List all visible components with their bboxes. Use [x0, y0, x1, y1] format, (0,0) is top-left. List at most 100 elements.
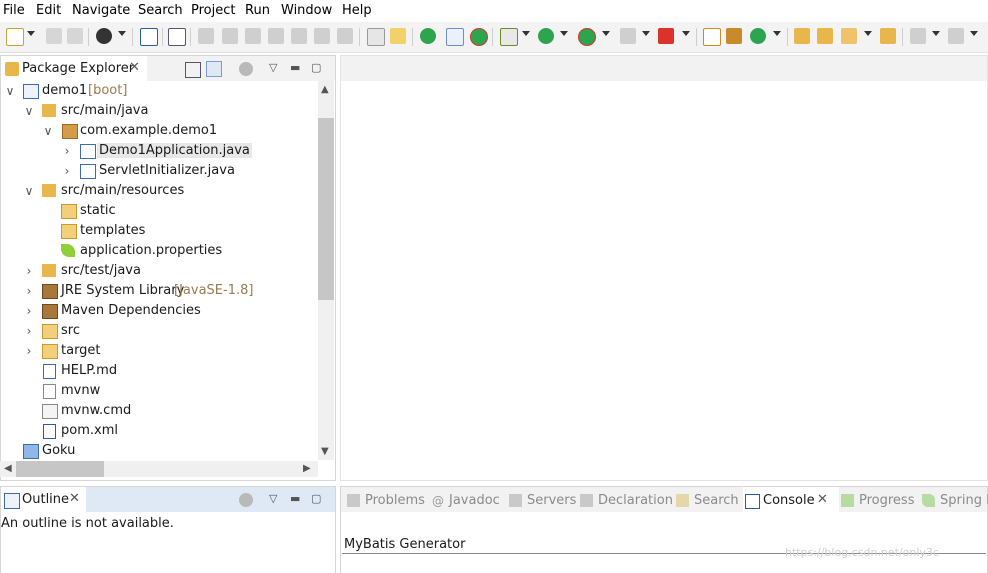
view-menu-icon[interactable]: ▽ [269, 492, 277, 505]
chevron-right-icon[interactable]: › [24, 304, 34, 318]
tab-problems[interactable]: Problems [365, 493, 425, 508]
search-dropdown-icon[interactable] [864, 31, 872, 36]
next-annotation-icon[interactable] [910, 28, 926, 44]
tab-javadoc[interactable]: Javadoc [449, 493, 500, 508]
new-dropdown-icon[interactable] [27, 31, 35, 36]
chevron-right-icon[interactable]: › [24, 324, 34, 338]
chevron-down-icon[interactable]: ∨ [43, 124, 53, 138]
horizontal-scrollbar-thumb[interactable] [16, 461, 104, 477]
menu-help[interactable]: Help [342, 3, 372, 18]
stop-dropdown-icon[interactable] [642, 31, 650, 36]
previous-annotation-icon[interactable] [948, 28, 964, 44]
run-icon[interactable] [538, 28, 554, 44]
package-explorer-tab[interactable]: Package Explorer ✕ [1, 56, 147, 81]
coverage-dropdown-icon[interactable] [602, 31, 610, 36]
tab-progress[interactable]: Progress [859, 493, 914, 508]
menu-edit[interactable]: Edit [36, 3, 61, 18]
chevron-right-icon[interactable]: › [24, 264, 34, 278]
account-icon[interactable] [96, 28, 112, 44]
tab-servers[interactable]: Servers [527, 493, 576, 508]
scroll-up-icon[interactable]: ▲ [321, 84, 329, 95]
chevron-right-icon[interactable]: › [62, 144, 72, 158]
link-with-editor-icon[interactable] [206, 61, 222, 77]
new-class-dropdown-icon[interactable] [773, 31, 781, 36]
minimize-icon[interactable]: ▬ [290, 61, 300, 74]
menu-search[interactable]: Search [138, 3, 183, 18]
tab-declaration[interactable]: Declaration [598, 493, 673, 508]
tree-item-src-main-resources[interactable]: ∨ src/main/resources [0, 181, 318, 201]
new-package-icon[interactable] [726, 28, 742, 44]
menu-project[interactable]: Project [191, 3, 235, 18]
close-icon[interactable]: ✕ [69, 491, 80, 506]
scroll-down-icon[interactable]: ▼ [321, 446, 329, 457]
new-class-icon[interactable] [750, 28, 766, 44]
chevron-down-icon[interactable]: ∨ [5, 84, 15, 98]
minimize-icon[interactable]: ▬ [290, 492, 300, 505]
view-menu-filter-icon[interactable] [239, 62, 253, 76]
debug-dropdown-icon[interactable] [522, 31, 530, 36]
menu-navigate[interactable]: Navigate [72, 3, 130, 18]
tree-item-mvnw-cmd[interactable]: mvnw.cmd [0, 401, 318, 421]
tree-item-static[interactable]: static [0, 201, 318, 221]
chevron-right-icon[interactable]: › [24, 284, 34, 298]
drop-to-frame-icon[interactable] [390, 28, 406, 44]
maximize-icon[interactable]: ▢ [311, 492, 321, 505]
scroll-right-icon[interactable]: ▶ [303, 463, 311, 474]
chevron-down-icon[interactable]: ∨ [24, 104, 34, 118]
scroll-left-icon[interactable]: ◀ [4, 463, 12, 474]
tree-item-help-md[interactable]: HELP.md [0, 361, 318, 381]
tree-item-demo1[interactable]: ∨ demo1 [boot] [0, 81, 318, 101]
chevron-right-icon[interactable]: › [24, 344, 34, 358]
open-perspective-icon[interactable] [880, 28, 896, 44]
tree-item-maven-dependencies[interactable]: › Maven Dependencies [0, 301, 318, 321]
open-task-icon[interactable] [817, 28, 833, 44]
next-annotation-dropdown-icon[interactable] [932, 31, 940, 36]
save-icon[interactable] [46, 28, 62, 44]
tree-item-goku[interactable]: Goku [0, 441, 318, 461]
tree-item-src-test-java[interactable]: › src/test/java [0, 261, 318, 281]
collapse-all-icon[interactable] [185, 62, 201, 78]
tab-spring[interactable]: Spring B [940, 493, 988, 508]
menu-run[interactable]: Run [245, 3, 270, 18]
coverage-icon[interactable] [578, 28, 596, 46]
previous-annotation-dropdown-icon[interactable] [970, 31, 978, 36]
external-tools-dropdown-icon[interactable] [682, 31, 690, 36]
spring-boot-relaunch-icon[interactable] [470, 28, 488, 46]
spring-boot-dashboard-icon[interactable] [420, 28, 436, 44]
run-dropdown-icon[interactable] [560, 31, 568, 36]
new-java-project-icon[interactable] [703, 28, 721, 46]
tree-item-pom-xml[interactable]: pom.xml [0, 421, 318, 441]
toggle-mark-occurrences-icon[interactable] [446, 28, 464, 46]
vertical-scrollbar-thumb[interactable] [318, 118, 334, 300]
close-icon[interactable]: ✕ [817, 492, 828, 507]
skip-breakpoints-icon[interactable] [168, 28, 186, 46]
terminal-icon[interactable] [140, 28, 158, 46]
debug-icon[interactable] [500, 28, 518, 46]
tab-search[interactable]: Search [694, 493, 739, 508]
chevron-right-icon[interactable]: › [62, 164, 72, 178]
chevron-down-icon[interactable]: ∨ [24, 184, 34, 198]
search-icon[interactable] [841, 28, 857, 44]
tree-item-demo1application[interactable]: › Demo1Application.java [0, 141, 318, 161]
tree-item-application-properties[interactable]: application.properties [0, 241, 318, 261]
account-dropdown-icon[interactable] [118, 31, 126, 36]
view-menu-filter-icon[interactable] [239, 493, 253, 507]
save-all-icon[interactable] [67, 28, 83, 44]
tree-item-src[interactable]: › src [0, 321, 318, 341]
external-tools-icon[interactable] [658, 28, 674, 44]
outline-tab[interactable]: Outline ✕ [1, 487, 86, 512]
use-step-filters-icon[interactable] [367, 28, 385, 46]
tree-item-servletinitializer[interactable]: › ServletInitializer.java [0, 161, 318, 181]
tree-item-jre-library[interactable]: › JRE System Library [JavaSE-1.8] [0, 281, 318, 301]
tab-console[interactable]: Console [763, 493, 815, 508]
tree-item-src-main-java[interactable]: ∨ src/main/java [0, 101, 318, 121]
menu-file[interactable]: File [3, 3, 25, 18]
new-wizard-icon[interactable] [6, 28, 24, 46]
maximize-icon[interactable]: ▢ [311, 61, 321, 74]
tree-item-package[interactable]: ∨ com.example.demo1 [0, 121, 318, 141]
tree-item-templates[interactable]: templates [0, 221, 318, 241]
open-type-icon[interactable] [794, 28, 810, 44]
close-icon[interactable]: ✕ [129, 60, 140, 75]
view-menu-icon[interactable]: ▽ [269, 61, 277, 74]
tree-item-target[interactable]: › target [0, 341, 318, 361]
